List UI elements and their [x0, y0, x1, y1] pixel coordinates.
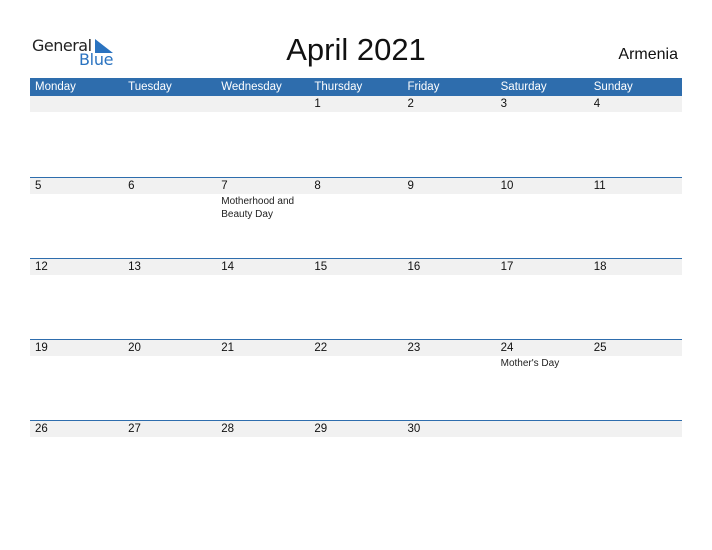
day-number: 18 [593, 261, 607, 273]
day-number [221, 96, 309, 112]
day-number: 25 [593, 342, 607, 354]
day-cell: 23 [403, 340, 496, 370]
day-number: 2 [407, 98, 414, 110]
day-number [35, 96, 123, 112]
day-number: 15 [314, 261, 328, 273]
day-number: 20 [128, 342, 141, 354]
day-cell: 12 [30, 259, 123, 275]
day-number: 16 [407, 261, 421, 273]
day-cell: 19 [30, 340, 123, 370]
day-number: 14 [221, 261, 235, 273]
day-number: 29 [314, 423, 328, 435]
day-cell: 20 [123, 340, 216, 370]
day-number: 3 [500, 98, 508, 110]
country-label: Armenia [618, 46, 678, 63]
day-number: 28 [221, 423, 235, 435]
holiday-label: Motherhood and Beauty Day [221, 196, 295, 220]
day-number: 27 [128, 423, 141, 435]
day-number [128, 96, 216, 112]
calendar-title: April 2021 [286, 32, 426, 67]
day-number: 24 [500, 342, 514, 354]
day-number: 1 [314, 98, 321, 110]
day-number: 6 [128, 180, 135, 192]
weekday-monday: Monday [35, 81, 76, 93]
calendar-grid: Monday Tuesday Wednesday Thursday Friday… [30, 78, 682, 501]
day-cell: 26 [30, 421, 123, 437]
day-cell: 24 Mother's Day [496, 340, 589, 370]
day-cell: 9 [403, 178, 496, 221]
day-cell: 13 [123, 259, 216, 275]
day-number: 8 [314, 180, 321, 192]
day-cell: 22 [309, 340, 402, 370]
day-cell: 28 [216, 421, 309, 437]
day-cell: 30 [403, 421, 496, 437]
week-row: 1 2 3 4 [30, 96, 682, 177]
day-number: 13 [128, 261, 141, 273]
weekday-thursday: Thursday [314, 81, 363, 93]
day-cell [216, 96, 309, 112]
weekday-sunday: Sunday [593, 81, 633, 93]
day-number: 10 [500, 180, 514, 192]
day-cell: 6 [123, 178, 216, 221]
day-cell: 2 [403, 96, 496, 112]
day-number: 4 [593, 98, 601, 110]
weekday-tuesday: Tuesday [128, 81, 172, 93]
day-cell: 8 [309, 178, 402, 221]
day-cell: 1 [309, 96, 402, 112]
day-number [594, 421, 682, 437]
week-row: 12 13 14 15 16 17 18 [30, 258, 682, 339]
day-number: 30 [407, 423, 421, 435]
day-cell: 25 [589, 340, 682, 370]
day-number: 9 [407, 180, 414, 192]
weekday-saturday: Saturday [500, 81, 547, 93]
day-cell: 27 [123, 421, 216, 437]
week-row: 5 6 7 Motherhood and Beauty Day 8 9 10 11 [30, 177, 682, 258]
day-number: 26 [35, 423, 48, 435]
day-number [501, 421, 589, 437]
day-cell: 11 [589, 178, 682, 221]
day-cell: 7 Motherhood and Beauty Day [216, 178, 309, 221]
day-number: 5 [35, 180, 42, 192]
day-number: 23 [407, 342, 421, 354]
weekday-friday: Friday [407, 81, 440, 93]
day-number: 22 [314, 342, 328, 354]
day-cell: 21 [216, 340, 309, 370]
day-cell: 14 [216, 259, 309, 275]
day-cell: 29 [309, 421, 402, 437]
day-number: 12 [35, 261, 48, 273]
day-cell [30, 96, 123, 112]
day-cell: 4 [589, 96, 682, 112]
day-number: 7 [221, 180, 228, 192]
week-row: 26 27 28 29 30 [30, 420, 682, 501]
day-number: 21 [221, 342, 235, 354]
day-cell: 10 [496, 178, 589, 221]
day-number: 19 [35, 342, 48, 354]
day-number: 17 [500, 261, 514, 273]
weekday-wednesday: Wednesday [221, 81, 282, 93]
day-cell: 17 [496, 259, 589, 275]
day-cell: 3 [496, 96, 589, 112]
day-number: 11 [593, 180, 606, 192]
weekday-header: Monday Tuesday Wednesday Thursday Friday… [30, 78, 682, 96]
day-cell [123, 96, 216, 112]
day-cell: 16 [403, 259, 496, 275]
week-row: 19 20 21 22 23 24 Mother's Day 25 [30, 339, 682, 420]
day-cell [496, 421, 589, 437]
day-cell: 15 [309, 259, 402, 275]
holiday-label: Mother's Day [500, 358, 560, 369]
day-cell [589, 421, 682, 437]
day-cell: 18 [589, 259, 682, 275]
day-cell: 5 [30, 178, 123, 221]
